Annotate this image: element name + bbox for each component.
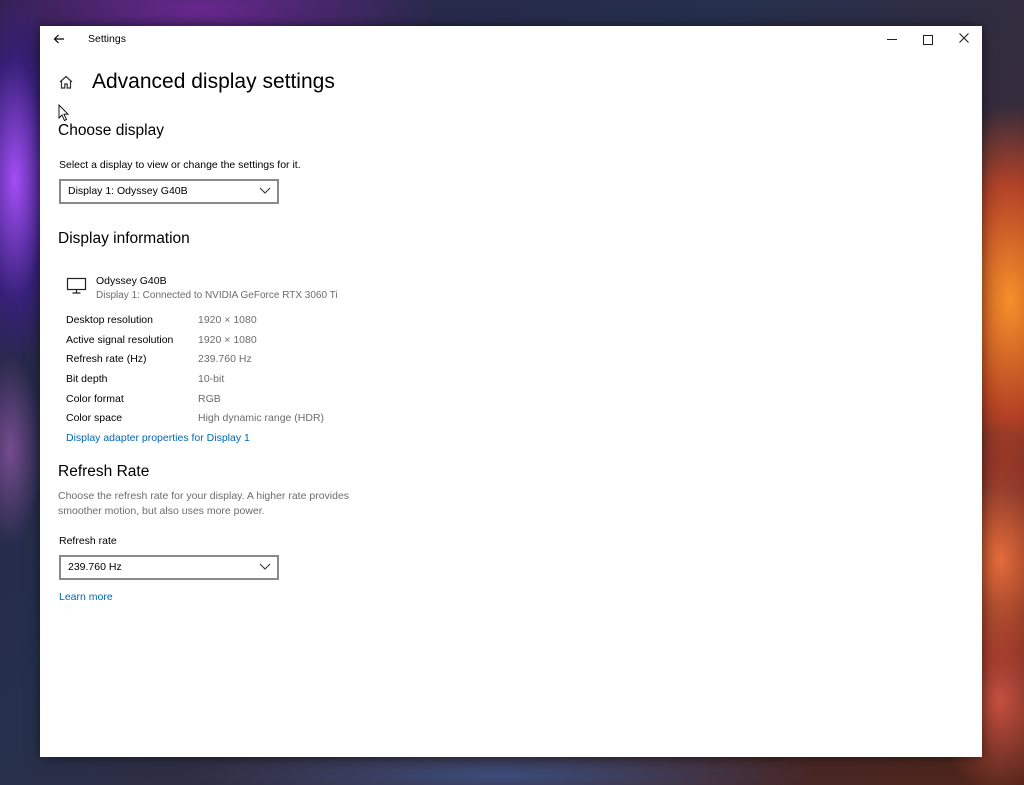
back-arrow-icon	[53, 34, 64, 44]
choose-display-instruction: Select a display to view or change the s…	[59, 159, 301, 171]
minimize-icon	[887, 39, 897, 41]
info-label-desktop-resolution: Desktop resolution	[66, 314, 153, 326]
display-select-value: Display 1: Odyssey G40B	[68, 185, 188, 197]
refresh-rate-select[interactable]: 239.760 Hz	[59, 555, 279, 580]
page-title: Advanced display settings	[92, 70, 335, 93]
minimize-button[interactable]	[874, 26, 910, 52]
settings-window: Settings Advanced display settings Choos…	[40, 26, 982, 757]
learn-more-link[interactable]: Learn more	[59, 591, 113, 603]
choose-display-heading: Choose display	[58, 122, 164, 139]
monitor-connection: Display 1: Connected to NVIDIA GeForce R…	[96, 290, 338, 301]
window-title: Settings	[88, 33, 126, 45]
info-value-refresh-rate: 239.760 Hz	[198, 353, 252, 365]
maximize-button[interactable]	[910, 26, 946, 52]
info-label-color-space: Color space	[66, 412, 123, 424]
close-icon	[959, 33, 969, 43]
mouse-cursor-icon	[58, 104, 70, 122]
title-bar: Settings	[40, 26, 982, 52]
refresh-rate-description-line1: Choose the refresh rate for your display…	[58, 490, 350, 502]
refresh-rate-description: Choose the refresh rate for your display…	[58, 489, 388, 518]
refresh-rate-heading: Refresh Rate	[58, 463, 150, 480]
maximize-icon	[923, 34, 933, 45]
info-value-active-signal-resolution: 1920 × 1080	[198, 334, 257, 346]
info-value-desktop-resolution: 1920 × 1080	[198, 314, 257, 326]
info-label-refresh-rate: Refresh rate (Hz)	[66, 353, 147, 365]
info-label-active-signal-resolution: Active signal resolution	[66, 334, 174, 346]
info-label-color-format: Color format	[66, 393, 124, 405]
close-button[interactable]	[946, 26, 982, 52]
info-label-bit-depth: Bit depth	[66, 373, 108, 385]
refresh-rate-select-value: 239.760 Hz	[68, 561, 122, 573]
display-adapter-properties-link[interactable]: Display adapter properties for Display 1	[66, 432, 250, 444]
display-information-heading: Display information	[58, 230, 190, 247]
back-button[interactable]	[50, 30, 68, 48]
info-value-color-format: RGB	[198, 393, 221, 405]
refresh-rate-description-line2: smoother motion, but also uses more powe…	[58, 504, 265, 517]
display-select[interactable]: Display 1: Odyssey G40B	[59, 179, 279, 204]
info-value-bit-depth: 10-bit	[198, 373, 225, 385]
info-value-color-space: High dynamic range (HDR)	[198, 412, 325, 424]
refresh-rate-field-label: Refresh rate	[59, 535, 117, 547]
chevron-down-icon	[259, 187, 271, 194]
monitor-name: Odyssey G40B	[96, 275, 167, 287]
home-icon[interactable]	[58, 74, 74, 90]
monitor-icon	[66, 277, 87, 294]
chevron-down-icon	[259, 563, 271, 570]
